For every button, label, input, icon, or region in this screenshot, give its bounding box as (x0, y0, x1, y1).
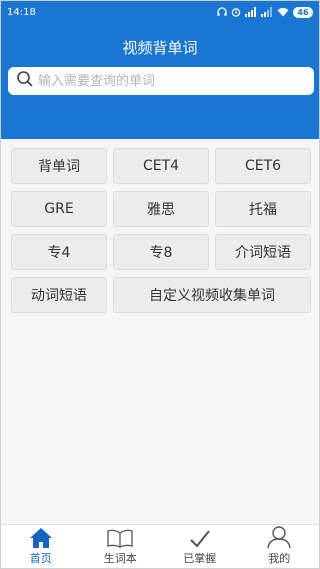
nav-item-vocabulary[interactable]: 生词本 (81, 525, 161, 568)
nav-item-home[interactable]: 首页 (1, 525, 81, 568)
nav-label-mastered: 已掌握 (183, 552, 217, 565)
category-button-tem8[interactable]: 专8 (113, 234, 209, 270)
category-button-cet6[interactable]: CET6 (215, 148, 311, 184)
status-icons: 46 (217, 6, 313, 18)
category-button-gre[interactable]: GRE (11, 191, 107, 227)
status-bar: 14:18 46 (1, 1, 319, 23)
search-icon (16, 70, 34, 92)
nav-item-profile[interactable]: 我的 (240, 525, 320, 568)
category-button-cet4[interactable]: CET4 (113, 148, 209, 184)
category-button-toefl[interactable]: 托福 (215, 191, 311, 227)
category-button-ielts[interactable]: 雅思 (113, 191, 209, 227)
search-input[interactable] (38, 73, 308, 89)
headphone-icon (217, 7, 227, 17)
category-button-custom-video-words[interactable]: 自定义视频收集单词 (113, 277, 311, 313)
nav-item-mastered[interactable]: 已掌握 (160, 525, 240, 568)
nav-label-profile: 我的 (268, 552, 291, 565)
signal-icon-2 (261, 7, 273, 17)
bottom-nav: 首页 生词本 已掌握 我的 (1, 524, 319, 568)
header: 视频背单词 (1, 23, 319, 139)
category-button-prep-phrases[interactable]: 介词短语 (215, 234, 311, 270)
user-icon (266, 525, 292, 550)
category-button-tem4[interactable]: 专4 (11, 234, 107, 270)
nav-label-home: 首页 (29, 552, 52, 565)
battery-icon: 46 (293, 6, 313, 18)
wifi-icon (277, 7, 289, 17)
status-time: 14:18 (7, 6, 36, 18)
check-icon (189, 529, 211, 550)
page-title: 视频背单词 (122, 39, 198, 57)
alarm-icon (231, 7, 241, 17)
category-button-memorize[interactable]: 背单词 (11, 148, 107, 184)
signal-icon (245, 7, 257, 17)
category-button-verb-phrases[interactable]: 动词短语 (11, 277, 107, 313)
home-icon (29, 527, 53, 550)
nav-label-vocabulary: 生词本 (103, 552, 137, 565)
search-bar[interactable] (8, 67, 314, 95)
book-icon (107, 529, 133, 550)
